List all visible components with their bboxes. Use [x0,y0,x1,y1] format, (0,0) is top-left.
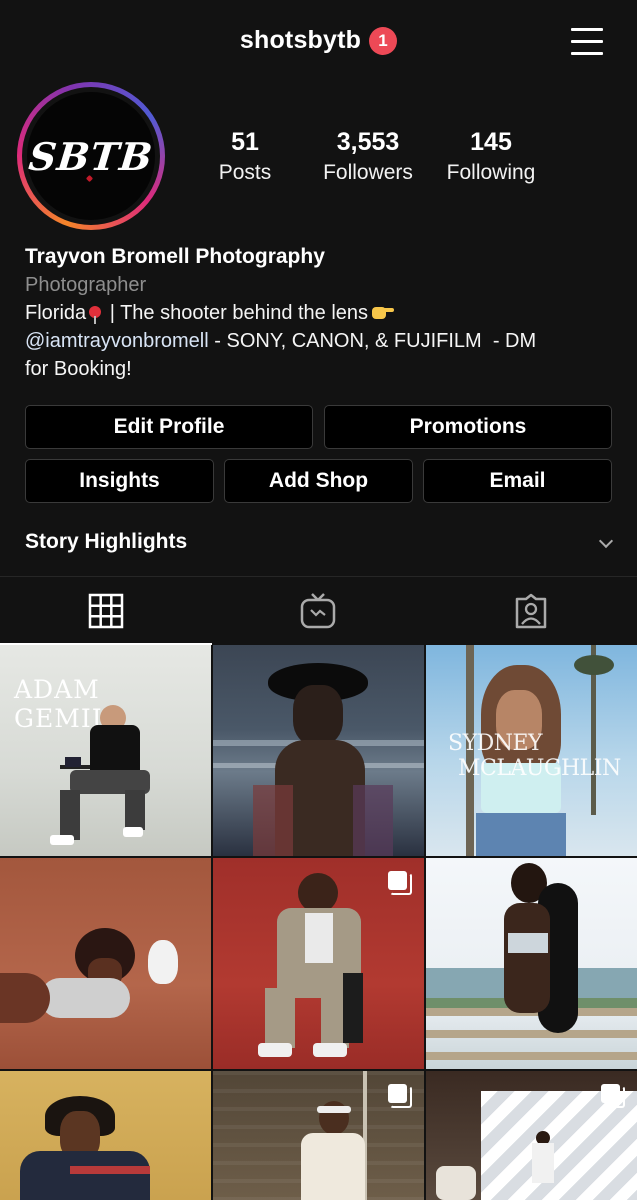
tab-tagged[interactable] [424,577,637,644]
post-tile[interactable] [213,645,424,856]
add-shop-button[interactable]: Add Shop [224,459,413,503]
stat-posts-label: Posts [218,161,272,184]
edit-profile-button[interactable]: Edit Profile [25,405,313,449]
post-tile[interactable] [0,1071,211,1200]
profile-tabs [0,576,637,645]
hamburger-menu-icon[interactable] [571,28,603,56]
stat-following-label: Following [446,161,536,184]
bio-location: Florida [25,302,87,324]
bio-line-1: Florida | The shooter behind the lens [25,299,615,327]
igtv-icon [300,592,336,628]
post-tile[interactable] [213,858,424,1069]
multiple-photos-icon [601,1084,625,1108]
post-tile[interactable] [213,1071,424,1200]
profile-category: Photographer [25,274,147,296]
bio-mention-link[interactable]: @iamtrayvonbromell [25,330,209,352]
username-text: shotsbytb [239,26,362,54]
post-tile[interactable]: SYDNEY MCLAUGHLIN [426,645,637,856]
grid-icon [88,593,124,628]
story-highlights-title: Story Highlights [25,530,188,553]
story-highlights-row[interactable]: Story Highlights [25,530,615,558]
notification-badge: 1 [369,26,398,55]
insights-button[interactable]: Insights [25,459,214,503]
bio-tagline: | The shooter behind the lens [109,302,369,324]
profile-header: shotsbytb 1 [0,0,637,86]
chevron-down-icon[interactable] [598,533,614,549]
avatar-story-ring[interactable]: SBTB [17,82,165,230]
stat-followers-label: Followers [323,161,413,184]
profile-name: Trayvon Bromell Photography [25,245,325,268]
profile-bio: Trayvon Bromell Photography Photographer… [25,243,615,383]
pointing-hand-icon [372,305,395,319]
tagged-user-icon [515,593,546,628]
bio-gear: - SONY, CANON, & FUJIFILM - DM [208,330,537,352]
stat-posts[interactable]: 51 Posts [205,128,285,185]
stat-following[interactable]: 145 Following [438,128,544,185]
username-title[interactable]: shotsbytb 1 [0,26,637,55]
avatar-logo-text: SBTB [26,133,156,179]
bio-line-3: for Booking! [25,358,132,380]
tab-grid[interactable] [0,577,212,645]
multiple-photos-icon [388,1084,412,1108]
stat-followers-value: 3,553 [336,128,400,156]
location-pin-icon [89,306,102,324]
post-overlay-text-line1: SYDNEY [448,731,543,756]
post-tile[interactable] [426,1071,637,1200]
email-button[interactable]: Email [423,459,612,503]
promotions-button[interactable]: Promotions [324,405,612,449]
bio-line-2: @iamtrayvonbromell - SONY, CANON, & FUJI… [25,327,615,355]
tab-igtv[interactable] [212,577,424,644]
post-tile[interactable] [0,858,211,1069]
avatar: SBTB [27,92,155,220]
post-tile[interactable] [426,858,637,1069]
stat-followers[interactable]: 3,553 Followers [313,128,423,185]
multiple-photos-icon [388,871,412,895]
stat-following-value: 145 [470,128,512,156]
post-tile[interactable]: ADAM GEMILI [0,645,211,856]
stat-posts-value: 51 [231,128,259,156]
post-overlay-text-line2: MCLAUGHLIN [458,756,621,781]
